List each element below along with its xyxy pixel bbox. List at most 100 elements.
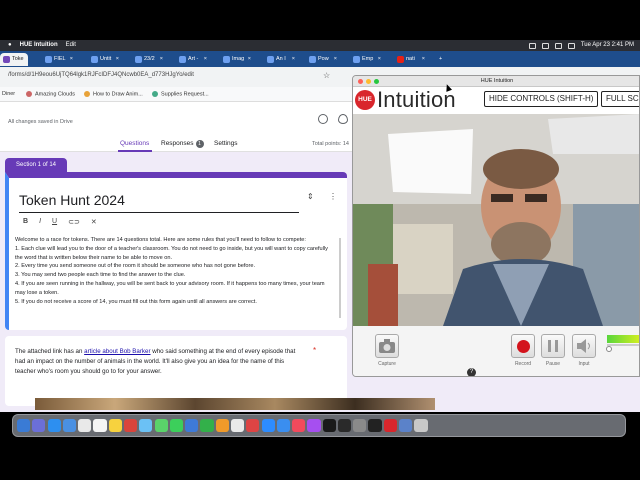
- help-icon[interactable]: ?: [467, 368, 476, 376]
- bold-icon[interactable]: B: [23, 218, 28, 226]
- close-icon[interactable]: ×: [334, 53, 337, 66]
- clear-format-icon[interactable]: ✕: [91, 218, 97, 226]
- messages-icon[interactable]: [154, 418, 168, 433]
- chrome-icon[interactable]: [246, 418, 260, 433]
- keynote-icon[interactable]: [185, 418, 199, 433]
- photos-icon[interactable]: [123, 418, 138, 433]
- question-text: The attached link has an article about B…: [15, 348, 296, 375]
- hue-intuition-icon[interactable]: [383, 418, 397, 433]
- screen-record-icon[interactable]: [528, 42, 536, 49]
- collapse-icon[interactable]: ⇕: [307, 192, 314, 201]
- question-card[interactable]: The attached link has an article about B…: [5, 336, 347, 406]
- screen: ● HUE Intuition Edit Tue Apr 23 2:41 PM …: [0, 0, 640, 480]
- url-text[interactable]: /forms/d/1H9eou6UjTQ64lgk1RJFcIDFJ4QNcwb…: [8, 72, 194, 78]
- menu-edit[interactable]: Edit: [66, 40, 76, 51]
- preview-eye-icon[interactable]: [338, 114, 348, 124]
- zoom-window-icon[interactable]: [374, 79, 379, 84]
- controls-panel: Capture Record Pause Input ?: [353, 326, 639, 376]
- input-button[interactable]: [572, 334, 596, 358]
- bookmark-item[interactable]: Supplies Request...: [152, 91, 209, 97]
- italic-icon[interactable]: I: [39, 218, 41, 226]
- full-screen-button[interactable]: FULL SC: [601, 91, 639, 107]
- tab-settings[interactable]: Settings: [214, 140, 238, 147]
- browser-tab[interactable]: Toke: [0, 53, 28, 66]
- palette-icon[interactable]: [318, 114, 328, 124]
- browser-tab[interactable]: Emp ×: [350, 53, 384, 66]
- mail-icon[interactable]: [62, 418, 77, 433]
- close-icon[interactable]: ×: [248, 53, 251, 66]
- active-tab-indicator: [118, 150, 152, 152]
- close-window-icon[interactable]: [358, 79, 363, 84]
- battery-icon[interactable]: [541, 42, 549, 49]
- link-icon[interactable]: ⊂⊃: [68, 218, 80, 226]
- bookmark-item[interactable]: How to Draw Anim...: [84, 91, 143, 97]
- close-icon[interactable]: ×: [116, 53, 119, 66]
- window-title-bar[interactable]: HUE Intuition: [353, 76, 639, 87]
- music-icon[interactable]: [292, 418, 306, 433]
- close-icon[interactable]: ×: [204, 53, 207, 66]
- tab-icon: [179, 56, 186, 63]
- help-app-icon[interactable]: [139, 418, 153, 433]
- bookmark-star-icon[interactable]: ☆: [323, 71, 330, 80]
- close-icon[interactable]: ×: [378, 53, 381, 66]
- more-options-icon[interactable]: ⋮: [329, 192, 337, 201]
- browser-tab[interactable]: 23/2 ×: [132, 53, 166, 66]
- browser-tab[interactable]: Art - ×: [176, 53, 210, 66]
- volume-slider-track[interactable]: [607, 344, 639, 346]
- close-icon[interactable]: ×: [70, 53, 73, 66]
- safari-icon[interactable]: [47, 418, 61, 433]
- hide-controls-button[interactable]: HIDE CONTROLS (SHIFT-H): [484, 91, 599, 107]
- launchpad-icon[interactable]: [32, 418, 46, 433]
- browser-tab[interactable]: An I ×: [264, 53, 298, 66]
- tab-icon: [135, 56, 142, 63]
- pages-icon[interactable]: [215, 418, 229, 433]
- close-icon[interactable]: ×: [422, 53, 425, 66]
- form-title[interactable]: Token Hunt 2024: [19, 192, 125, 208]
- stocks-icon[interactable]: [337, 418, 352, 433]
- clock[interactable]: Tue Apr 23 2:41 PM: [581, 40, 634, 51]
- article-link[interactable]: article about Bob Barker: [84, 348, 150, 355]
- search-icon[interactable]: [567, 42, 575, 49]
- browser-tab[interactable]: nati ×: [394, 53, 428, 66]
- menu-app-name[interactable]: HUE Intuition: [20, 40, 58, 51]
- numbers-icon[interactable]: [200, 418, 214, 433]
- notes-icon[interactable]: [108, 418, 122, 433]
- bookmark-item[interactable]: Amazing Clouds: [26, 91, 75, 97]
- zoom-icon[interactable]: [261, 418, 275, 433]
- system-settings-icon[interactable]: [353, 418, 367, 433]
- dock: [12, 414, 626, 437]
- browser-tab[interactable]: FIEL ×: [42, 53, 76, 66]
- volume-slider-handle[interactable]: [606, 346, 612, 352]
- downloads-folder-icon[interactable]: [399, 418, 413, 433]
- terminal-icon[interactable]: [368, 418, 382, 433]
- capture-button[interactable]: [375, 334, 399, 358]
- close-icon[interactable]: ×: [160, 53, 163, 66]
- pause-button[interactable]: [541, 334, 565, 358]
- browser-tab[interactable]: Untit ×: [88, 53, 122, 66]
- description-scrollbar[interactable]: [339, 238, 341, 318]
- facetime-icon[interactable]: [169, 418, 183, 433]
- tv-icon[interactable]: [322, 418, 336, 433]
- new-tab-button[interactable]: +: [436, 53, 450, 66]
- trash-icon[interactable]: [414, 418, 428, 433]
- finder-icon[interactable]: [17, 418, 31, 433]
- minimize-window-icon[interactable]: [366, 79, 371, 84]
- reminders-icon[interactable]: [93, 418, 107, 433]
- news-icon[interactable]: [230, 418, 245, 433]
- wifi-icon[interactable]: [554, 42, 562, 49]
- calendar-icon[interactable]: [78, 418, 92, 433]
- form-title-card[interactable]: Token Hunt 2024 B I U ⊂⊃ ✕ ⇕ ⋮ Welcome t…: [5, 172, 347, 330]
- podcasts-icon[interactable]: [307, 418, 321, 433]
- tab-questions[interactable]: Questions: [120, 140, 149, 147]
- pause-icon: [548, 340, 558, 352]
- browser-tab[interactable]: Pow ×: [306, 53, 340, 66]
- record-button[interactable]: [511, 334, 535, 358]
- tab-responses[interactable]: Responses 1: [161, 140, 204, 148]
- form-description[interactable]: Welcome to a race for tokens. There are …: [15, 236, 335, 306]
- apple-icon[interactable]: ●: [8, 40, 12, 51]
- browser-tab[interactable]: Imag ×: [220, 53, 254, 66]
- underline-icon[interactable]: U: [52, 218, 57, 226]
- bookmark-item[interactable]: Diner: [2, 91, 15, 97]
- close-icon[interactable]: ×: [292, 53, 295, 66]
- app-store-icon[interactable]: [276, 418, 290, 433]
